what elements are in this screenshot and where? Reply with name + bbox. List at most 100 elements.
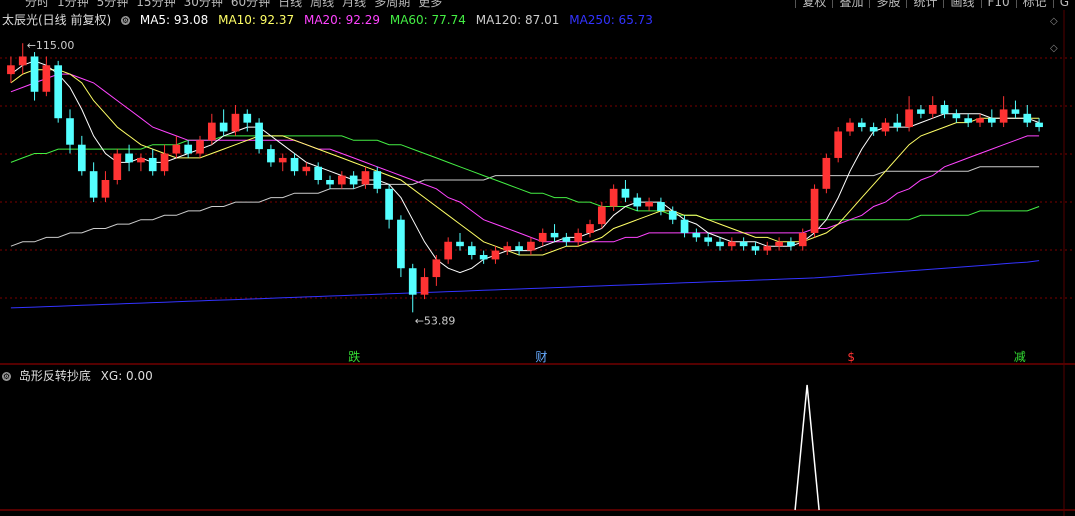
candle-body [326, 180, 334, 185]
candle-body [113, 153, 122, 180]
candle-body [538, 232, 547, 242]
candle-body [491, 250, 500, 260]
ma60-line [10, 135, 1040, 221]
candle-body [160, 153, 169, 172]
candle-body [846, 122, 854, 132]
candle-body [869, 127, 878, 132]
candle-body [562, 237, 571, 242]
scroll-diamond-icon-2: ◇ [1050, 43, 1058, 54]
candle-body [727, 241, 736, 247]
candle-body [432, 259, 441, 278]
ma60-value: MA60: 77.74 [389, 13, 466, 27]
scroll-diamond-icon: ◇ [1050, 16, 1058, 27]
candle-body [633, 197, 642, 207]
candle-body [89, 171, 98, 198]
marker-die: 跌 [348, 349, 360, 364]
xg-spike [794, 384, 820, 511]
candle-body [940, 105, 949, 114]
candle-body [456, 241, 464, 247]
candle-body [857, 122, 866, 128]
candle-body [184, 144, 193, 154]
candle-body [349, 175, 358, 185]
candle-body [1011, 109, 1020, 114]
candle-body [586, 224, 594, 233]
candle-body [680, 219, 689, 233]
marker-jian: 减 [1014, 350, 1026, 364]
candle-body [822, 157, 831, 189]
candle-body [30, 56, 39, 92]
candle-body [101, 180, 110, 198]
candle-body [172, 144, 181, 154]
candle-body [609, 188, 618, 207]
indicator-name: 岛形反转抄底 [18, 369, 91, 383]
candle-body [987, 118, 996, 123]
candle-body [385, 188, 393, 220]
candle-body [243, 113, 252, 123]
candle-body [739, 241, 748, 247]
ma10-value: MA10: 92.37 [218, 13, 295, 27]
candle-body [207, 122, 216, 141]
candle-body [515, 246, 523, 251]
candle-body [77, 144, 86, 172]
candle-body [196, 140, 204, 154]
ma250-line [10, 260, 1040, 309]
indicator-legend: ⚙ 岛形反转抄底 XG: 0.00 [2, 367, 153, 384]
candle-body [267, 149, 275, 163]
candle-body [314, 166, 323, 180]
stock-title: 太辰光(日线 前复权) [2, 13, 112, 27]
candle-body [1023, 113, 1032, 123]
candle-body [66, 118, 74, 145]
candle-body [964, 118, 973, 123]
candle-body [290, 157, 299, 172]
candle-body [645, 202, 653, 207]
candle-body [657, 202, 665, 211]
candle-body [810, 188, 819, 233]
candle-body [137, 157, 145, 163]
candle-body [479, 255, 488, 260]
candle-body [420, 277, 429, 295]
candle-body [125, 153, 133, 163]
candle-body [467, 246, 476, 255]
ma120-value: MA120: 87.01 [475, 13, 560, 27]
kline-chart[interactable]: ←115.00 ←53.89 跌 财 $ 减 ◇ ◇ [0, 0, 1075, 516]
ma120-line [10, 166, 1040, 247]
candle-body [408, 268, 417, 295]
candle-body [787, 241, 795, 247]
candle-body [716, 241, 724, 247]
candle-body [798, 232, 807, 247]
marker-dollar: $ [847, 350, 855, 364]
candle-body [527, 241, 535, 251]
candle-body [834, 131, 843, 158]
ma20-value: MA20: 92.29 [303, 13, 381, 27]
candle-body [905, 109, 913, 128]
candle-body [255, 122, 263, 150]
candle-body [550, 232, 559, 238]
candle-body [337, 175, 346, 185]
settings-icon[interactable]: ⚙ [121, 16, 131, 25]
candle-body [775, 241, 783, 247]
candle-body [574, 232, 583, 242]
candle-body [751, 246, 760, 251]
candle-body [503, 246, 512, 251]
settings-icon[interactable]: ⚙ [2, 372, 11, 381]
candle-body [219, 122, 228, 132]
candle-body [18, 56, 27, 66]
candle-body [278, 157, 287, 163]
indicator-xg: XG: 0.00 [100, 369, 153, 383]
candle-body [999, 109, 1008, 123]
candle-body [928, 105, 937, 114]
candle-body [668, 210, 677, 220]
candle-body [763, 246, 772, 251]
high-price-label: ←115.00 [27, 39, 75, 52]
candle-body [881, 122, 890, 132]
low-price-label: ←53.89 [415, 314, 456, 327]
candle-body [231, 113, 240, 132]
candle-body [692, 232, 701, 238]
marker-cai: 财 [535, 350, 547, 364]
candle-body [621, 188, 630, 198]
ma250-value: MA250: 65.73 [569, 13, 653, 27]
candle-body [54, 65, 63, 119]
candle-body [361, 171, 370, 185]
ma-legend: 太辰光(日线 前复权) ⚙ MA5: 93.08 MA10: 92.37 MA2… [2, 11, 659, 28]
candle-body [976, 118, 984, 123]
